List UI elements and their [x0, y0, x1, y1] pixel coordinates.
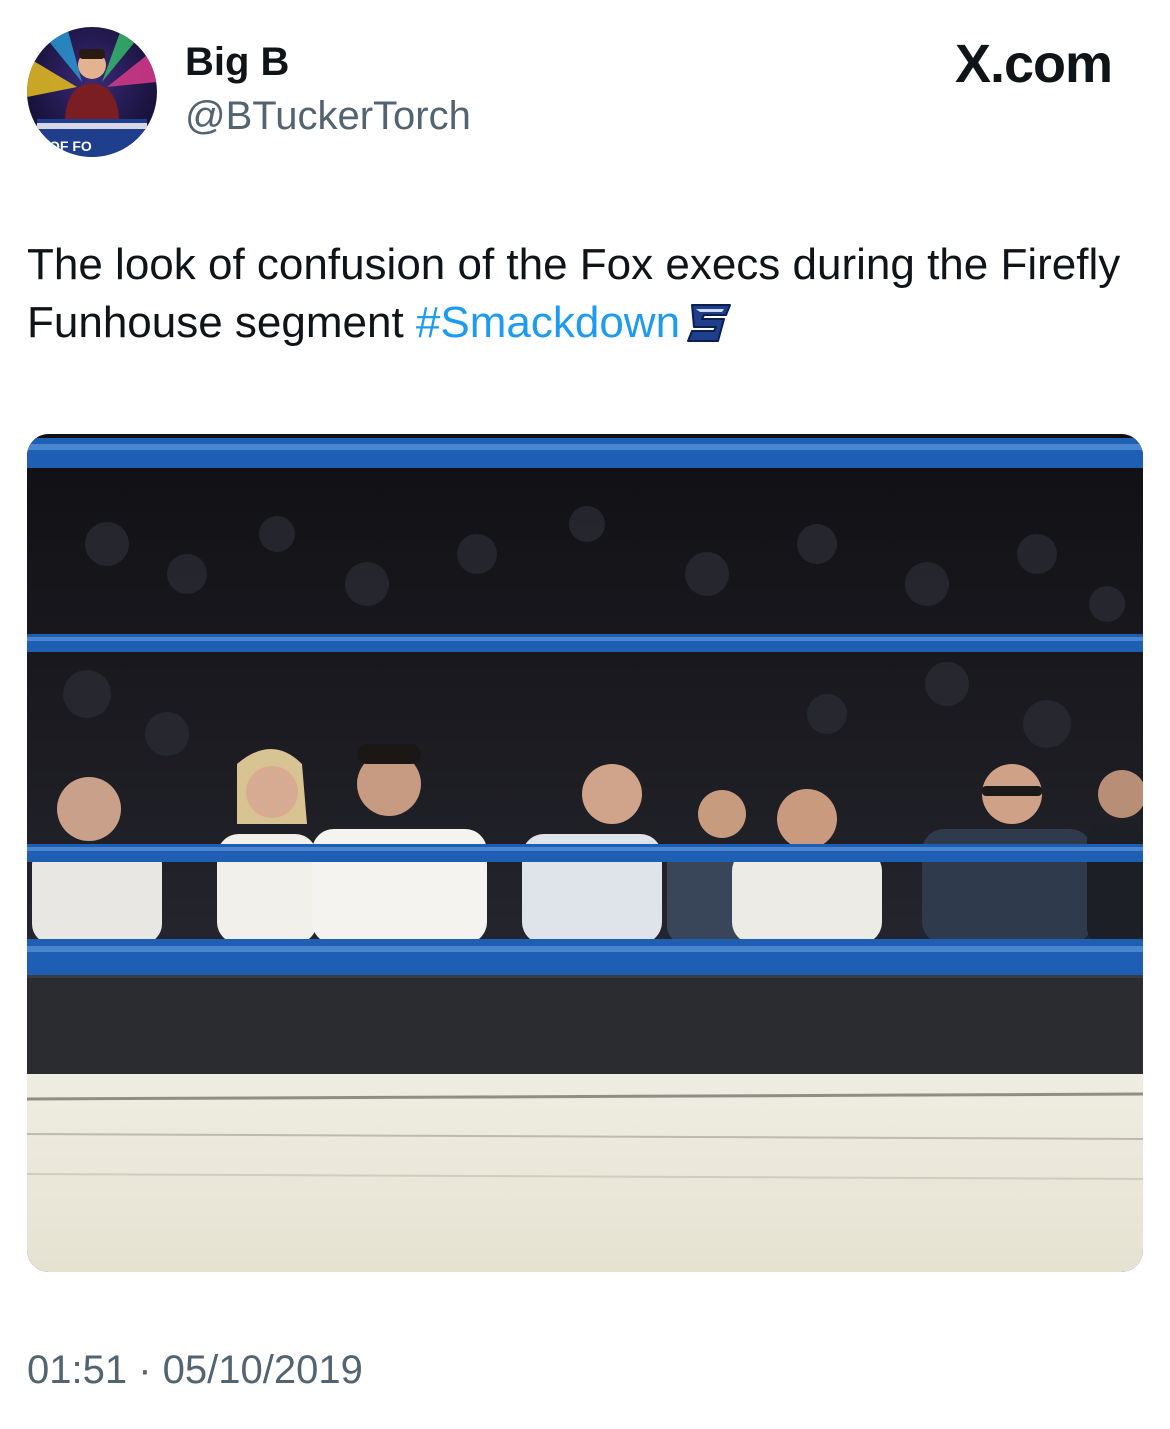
svg-text:OF FO: OF FO: [49, 138, 92, 154]
author-display-name[interactable]: Big B: [185, 38, 289, 86]
avatar-portrait-image: OF FO: [27, 27, 157, 157]
tweet-text: The look of confusion of the Fox execs d…: [27, 236, 1147, 352]
ring-side-photo-image: [27, 434, 1143, 1272]
x-brand-logo: X.com: [954, 34, 1113, 94]
smackdown-s-logo-icon: [686, 301, 734, 345]
author-handle[interactable]: @BTuckerTorch: [185, 92, 471, 140]
tweet-media-photo[interactable]: [27, 434, 1143, 1272]
author-avatar[interactable]: OF FO: [27, 27, 157, 157]
hashtag-link[interactable]: #Smackdown: [416, 298, 680, 347]
tweet-timestamp[interactable]: 01:51 · 05/10/2019: [27, 1346, 363, 1394]
